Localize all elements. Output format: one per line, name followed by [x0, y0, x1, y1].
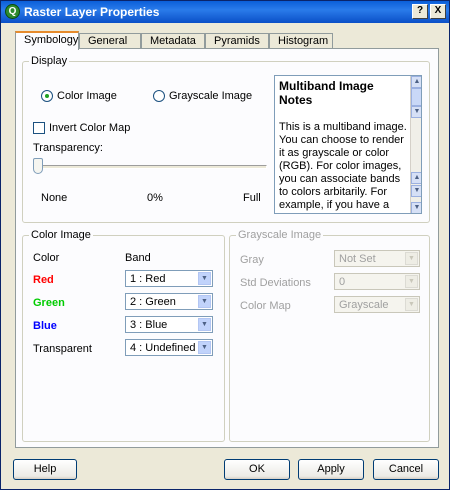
tab-general[interactable]: General	[79, 33, 141, 49]
arrow-up-icon[interactable]: ▲	[411, 172, 421, 184]
invert-color-map-checkbox[interactable]	[33, 122, 45, 134]
chevron-down-icon[interactable]: ▼	[405, 298, 418, 311]
apply-button[interactable]: Apply	[298, 459, 364, 480]
gray-band-combo[interactable]: Not Set ▼	[334, 250, 420, 267]
chevron-down-icon[interactable]: ▼	[198, 318, 211, 331]
transparency-slider-thumb[interactable]	[33, 158, 43, 174]
arrow-down-icon[interactable]: ▼	[411, 185, 421, 197]
window-title: Raster Layer Properties	[24, 5, 160, 19]
red-band-combo[interactable]: 1 : Red ▼	[125, 270, 213, 287]
chevron-down-icon[interactable]: ▼	[405, 252, 418, 265]
blue-band-value: 3 : Blue	[130, 319, 168, 331]
tab-pyramids[interactable]: Pyramids	[205, 33, 269, 49]
arrow-up-icon[interactable]: ▲	[411, 76, 421, 88]
notes-title-scroll-thumb[interactable]	[411, 88, 421, 106]
color-map-label: Color Map	[240, 300, 291, 312]
grayscale-image-radio[interactable]	[153, 90, 165, 102]
transparency-label: Transparency:	[33, 142, 103, 154]
multiband-notes-box: Multiband Image Notes This is a multiban…	[274, 75, 422, 214]
green-band-combo[interactable]: 2 : Green ▼	[125, 293, 213, 310]
color-map-value: Grayscale	[339, 299, 389, 311]
title-bar: Q Raster Layer Properties ? X	[1, 1, 449, 23]
transparent-band-label: Transparent	[33, 343, 92, 355]
color-image-group-title: Color Image	[29, 229, 93, 241]
transparency-slider-track[interactable]	[35, 165, 267, 169]
transparent-band-combo[interactable]: 4 : Undefined ▼	[125, 339, 213, 356]
blue-band-combo[interactable]: 3 : Blue ▼	[125, 316, 213, 333]
tick-label-none: None	[41, 192, 68, 204]
help-button[interactable]: Help	[13, 459, 77, 480]
green-band-label: Green	[33, 297, 65, 309]
green-band-value: 2 : Green	[130, 296, 176, 308]
qgis-app-icon: Q	[5, 4, 20, 19]
close-button[interactable]: X	[430, 4, 446, 19]
notes-title-scrollbar[interactable]: ▲ ▼	[410, 76, 421, 118]
gray-band-value: Not Set	[339, 253, 376, 265]
grayscale-image-radio-label: Grayscale Image	[169, 90, 253, 102]
grayscale-image-group-title: Grayscale Image	[236, 229, 324, 241]
std-deviations-label: Std Deviations	[240, 277, 311, 289]
chevron-down-icon[interactable]: ▼	[198, 295, 211, 308]
color-image-radio[interactable]	[41, 90, 53, 102]
grayscale-image-group: Grayscale Image Gray Not Set ▼ Std Devia…	[229, 229, 430, 442]
symbology-panel: Display Color Image Grayscale Image Inve…	[15, 48, 439, 448]
color-column-header: Color	[33, 252, 60, 264]
help-titlebar-button[interactable]: ?	[412, 4, 428, 19]
std-deviations-value: 0	[339, 276, 346, 288]
ok-button[interactable]: OK	[224, 459, 290, 480]
tick-label-zero-percent: 0%	[147, 192, 163, 204]
cancel-button[interactable]: Cancel	[373, 459, 439, 480]
display-group-title: Display	[29, 55, 70, 67]
color-image-radio-label: Color Image	[57, 90, 117, 102]
tab-symbology[interactable]: Symbology	[15, 31, 79, 50]
tick-label-full: Full	[243, 192, 261, 204]
chevron-down-icon[interactable]: ▼	[405, 275, 418, 288]
raster-layer-properties-dialog: Q Raster Layer Properties ? X Symbology …	[0, 0, 450, 490]
gray-label: Gray	[240, 254, 264, 266]
display-group: Display Color Image Grayscale Image Inve…	[22, 55, 430, 223]
notes-body: This is a multiband image. You can choos…	[279, 121, 407, 213]
std-deviations-combo[interactable]: 0 ▼	[334, 273, 420, 290]
notes-body-scrollbar[interactable]: ▲ ▼ ▼	[410, 118, 421, 213]
chevron-down-icon[interactable]: ▼	[198, 341, 211, 354]
blue-band-label: Blue	[33, 320, 57, 332]
invert-color-map-label: Invert Color Map	[49, 122, 131, 134]
tab-metadata[interactable]: Metadata	[141, 33, 205, 49]
chevron-down-icon[interactable]: ▼	[198, 272, 211, 285]
transparent-band-value: 4 : Undefined	[130, 342, 196, 354]
arrow-down-icon[interactable]: ▼	[411, 202, 421, 213]
arrow-down-icon[interactable]: ▼	[411, 106, 421, 118]
color-image-group: Color Image Color Band Red 1 : Red ▼ Gre…	[22, 229, 225, 442]
band-column-header: Band	[125, 252, 151, 264]
notes-title: Multiband Image Notes	[279, 79, 374, 107]
red-band-value: 1 : Red	[130, 273, 166, 285]
color-map-combo[interactable]: Grayscale ▼	[334, 296, 420, 313]
red-band-label: Red	[33, 274, 54, 286]
tab-histogram[interactable]: Histogram	[269, 33, 333, 49]
